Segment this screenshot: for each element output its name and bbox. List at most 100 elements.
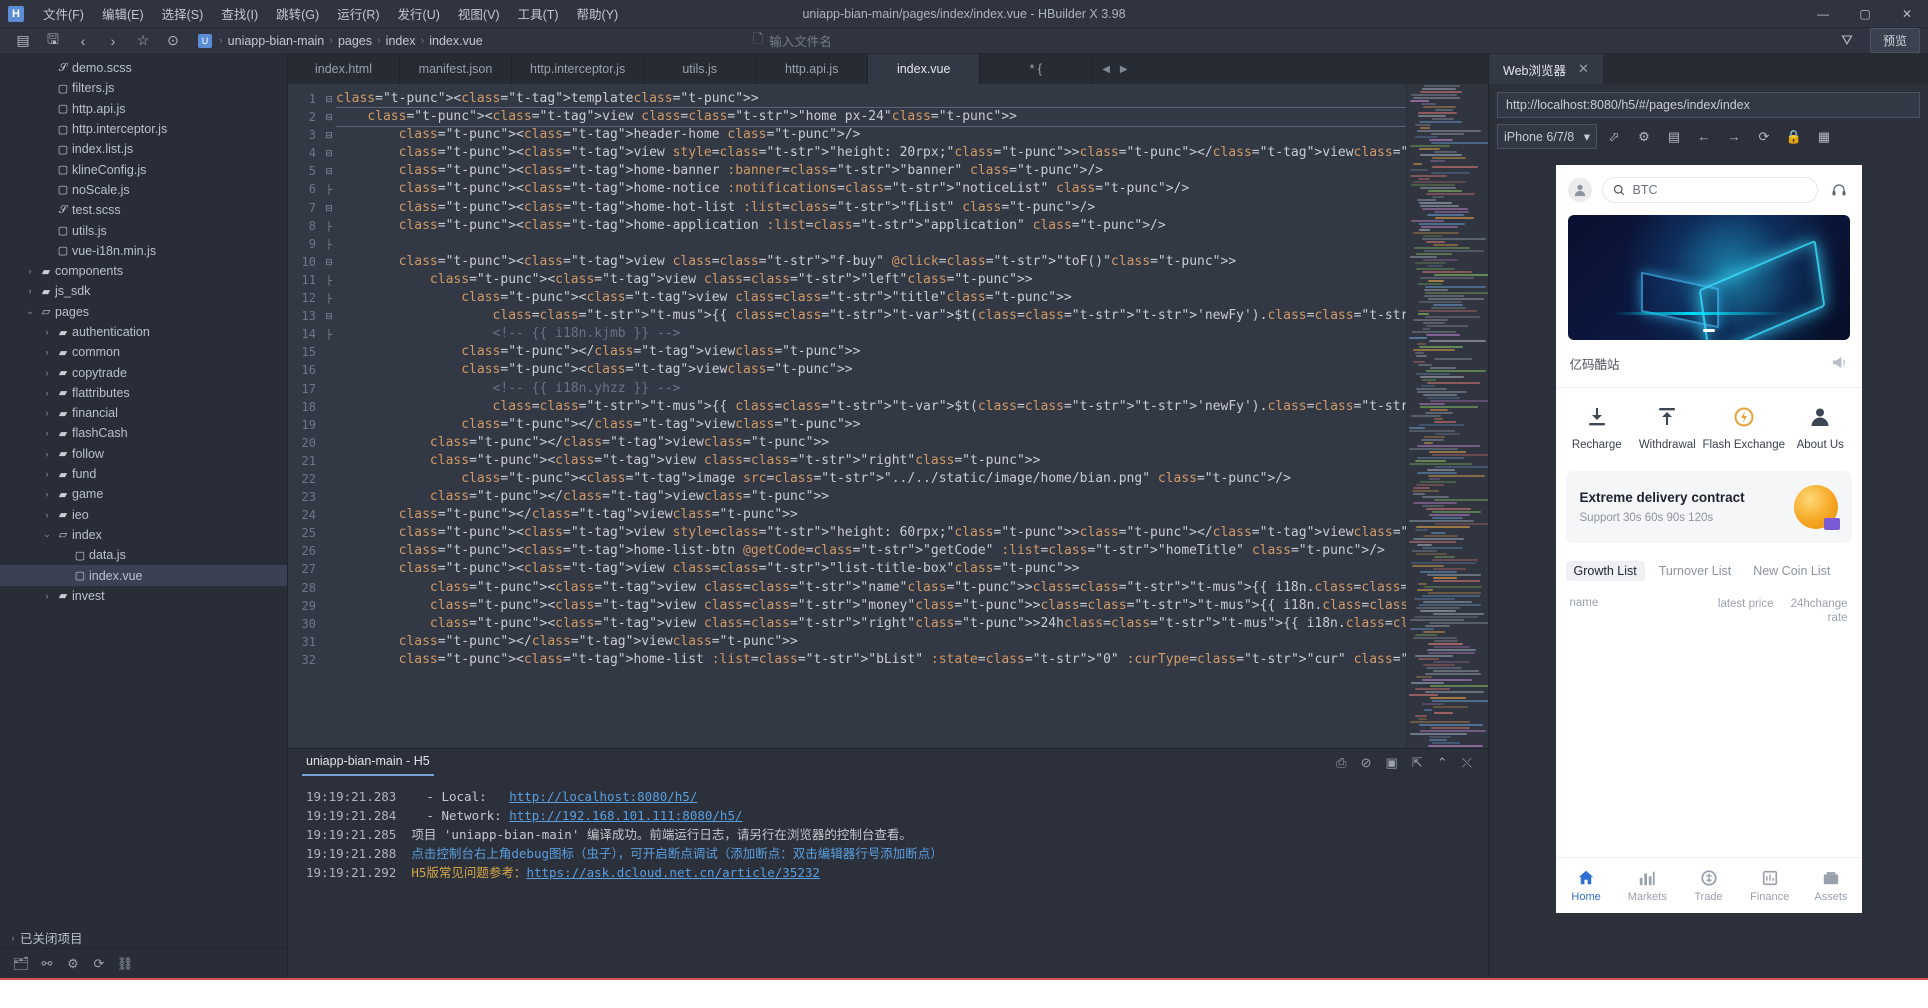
line-number[interactable]: 9 <box>288 235 316 253</box>
chevron-right-icon[interactable]: › <box>40 428 54 438</box>
breadcrumb-item-project[interactable]: uniapp-bian-main <box>228 34 325 48</box>
code-line[interactable]: class="t-punc"><class="t-tag">view class… <box>336 271 1406 289</box>
collapse-icon[interactable]: ⌃ <box>1437 755 1448 771</box>
minimize-button[interactable]: — <box>1802 0 1844 28</box>
tab-turnover-list[interactable]: Turnover List <box>1651 561 1739 581</box>
line-number[interactable]: 16 <box>288 361 316 379</box>
tree-item-common[interactable]: › ▰ common <box>0 342 287 362</box>
chevron-right-icon[interactable]: › <box>40 489 54 499</box>
tab-index-vue[interactable]: index.vue <box>868 54 981 84</box>
code-line[interactable]: class="t-punc"></class="t-tag">viewclass… <box>336 416 1406 434</box>
chevron-right-icon[interactable]: › <box>40 510 54 520</box>
tree-item-utils-js[interactable]: ▢ utils.js <box>0 220 287 240</box>
tree-item-game[interactable]: › ▰ game <box>0 484 287 504</box>
bottom-tab-assets[interactable]: Assets <box>1800 869 1861 903</box>
preview-button[interactable]: 预览 <box>1869 28 1920 53</box>
chevron-right-icon[interactable]: › <box>40 347 54 357</box>
line-number[interactable]: 10 <box>288 253 316 271</box>
code-line[interactable]: class="t-punc"><class="t-tag">view class… <box>336 579 1406 597</box>
line-number[interactable]: 26 <box>288 542 316 560</box>
headset-icon[interactable] <box>1828 182 1850 198</box>
code-line[interactable]: class="t-punc"><class="t-tag">header-hom… <box>336 126 1406 144</box>
code-line[interactable]: class="t-punc"></class="t-tag">viewclass… <box>336 633 1406 651</box>
line-number[interactable]: 2 <box>288 108 316 126</box>
tab-http-interceptor-js[interactable]: http.interceptor.js <box>512 54 645 84</box>
breadcrumb-item-pages[interactable]: pages <box>338 34 372 48</box>
tree-item-fund[interactable]: › ▰ fund <box>0 464 287 484</box>
line-number[interactable]: 15 <box>288 343 316 361</box>
tree-item-test-scss[interactable]: 𝒮test.scss <box>0 200 287 220</box>
tab-utils-js[interactable]: utils.js <box>644 54 757 84</box>
quick-action-withdrawal[interactable]: Withdrawal <box>1632 404 1703 451</box>
new-file-icon[interactable]: ▤ <box>8 29 38 53</box>
code-line[interactable]: class="t-punc"></class="t-tag">viewclass… <box>336 343 1406 361</box>
tree-item-data-js[interactable]: ▢ data.js <box>0 545 287 565</box>
chevron-right-icon[interactable]: › <box>40 368 54 378</box>
quick-action-about-us[interactable]: About Us <box>1785 404 1856 451</box>
tree-item-pages[interactable]: ⌄ ▱ pages <box>0 302 287 322</box>
close-icon[interactable]: ✕ <box>1578 61 1589 77</box>
line-number[interactable]: 24 <box>288 506 316 524</box>
gear-icon[interactable]: ⚙ <box>1631 125 1657 149</box>
reload-icon[interactable]: ⟳ <box>1751 125 1777 149</box>
chevron-right-icon[interactable]: › <box>40 408 54 418</box>
line-number[interactable]: 8 <box>288 217 316 235</box>
line-number[interactable]: 18 <box>288 398 316 416</box>
tree-item-filters-js[interactable]: ▢ filters.js <box>0 78 287 98</box>
tree-item-follow[interactable]: › ▰ follow <box>0 444 287 464</box>
notice-bar[interactable]: 亿码酷站 <box>1555 340 1862 388</box>
menu-item-tools[interactable]: 工具(T) <box>509 0 568 27</box>
forward-icon[interactable]: → <box>1721 125 1747 149</box>
settings-icon[interactable]: ⚙ <box>62 954 84 974</box>
tab-growth-list[interactable]: Growth List <box>1565 561 1645 581</box>
chevron-right-icon[interactable]: › <box>23 286 37 296</box>
stop-icon[interactable]: ⊘ <box>1361 755 1372 771</box>
refresh-icon[interactable]: ⟳ <box>88 954 110 974</box>
device-select[interactable]: iPhone 6/7/8 ▾ <box>1497 124 1597 149</box>
tree-item-copytrade[interactable]: › ▰ copytrade <box>0 362 287 382</box>
code-line[interactable]: class="t-punc"><class="t-tag">view class… <box>336 615 1406 633</box>
line-number[interactable]: 31 <box>288 633 316 651</box>
closed-projects-row[interactable]: › 已关闭项目 <box>0 928 287 948</box>
tree-item-invest[interactable]: › ▰ invest <box>0 586 287 606</box>
banner-carousel[interactable] <box>1567 215 1850 340</box>
fold-toggle-icon[interactable]: ⊟ <box>322 307 336 325</box>
line-number[interactable]: 17 <box>288 380 316 398</box>
code-line[interactable]: class="t-punc"><class="t-tag">view style… <box>336 524 1406 542</box>
line-number[interactable]: 30 <box>288 615 316 633</box>
tree-item-vue-i18n-min-js[interactable]: ▢ vue-i18n.min.js <box>0 241 287 261</box>
chevron-right-icon[interactable]: › <box>40 591 54 601</box>
tab-web-browser[interactable]: Web浏览器 ✕ <box>1489 54 1603 84</box>
fold-toggle-icon[interactable]: ⊟ <box>322 108 336 126</box>
menu-item-help[interactable]: 帮助(Y) <box>568 0 628 27</box>
menu-item-goto[interactable]: 跳转(G) <box>267 0 328 27</box>
export-icon[interactable]: ⇱ <box>1412 755 1423 771</box>
menu-item-file[interactable]: 文件(F) <box>34 0 93 27</box>
search-input[interactable]: BTC <box>1601 177 1818 203</box>
bottom-tab-trade[interactable]: Trade <box>1678 869 1739 903</box>
promo-card[interactable]: Extreme delivery contract Support 30s 60… <box>1565 471 1852 543</box>
back-icon[interactable]: ‹ <box>68 29 98 53</box>
code-line[interactable]: <!-- {{ i18n.kjmb }} --> <box>336 325 1406 343</box>
chevron-right-icon[interactable]: › <box>23 266 37 276</box>
code-line[interactable]: class="t-punc"><class="t-tag">view class… <box>336 452 1406 470</box>
chevron-down-icon[interactable]: ⌄ <box>40 529 54 540</box>
tree-item-index-vue[interactable]: ▢ index.vue <box>0 565 287 586</box>
code-minimap[interactable] <box>1406 84 1488 748</box>
console-link[interactable]: https://ask.dcloud.net.cn/article/35232 <box>526 863 820 882</box>
console-link[interactable]: http://192.168.101.111:8080/h5/ <box>509 806 742 825</box>
code-line[interactable]: class="t-punc"><class="t-tag">home-hot-l… <box>336 199 1406 217</box>
line-number[interactable]: 13 <box>288 307 316 325</box>
line-number[interactable]: 21 <box>288 452 316 470</box>
code-line[interactable]: class="t-punc"><class="t-tag">home-banne… <box>336 162 1406 180</box>
code-line[interactable]: class="t-punc"><class="t-tag">home-list … <box>336 651 1406 669</box>
line-number[interactable]: 25 <box>288 524 316 542</box>
code-line[interactable]: class=class="t-str">"t-mus">{{ class=cla… <box>336 398 1406 416</box>
url-input[interactable] <box>1497 92 1920 118</box>
popout-icon[interactable]: ⬀ <box>1601 125 1627 149</box>
menu-item-edit[interactable]: 编辑(E) <box>93 0 153 27</box>
tree-item-flashcash[interactable]: › ▰ flashCash <box>0 423 287 443</box>
tab-prev-button[interactable]: ◀ <box>1102 64 1110 75</box>
files-icon[interactable]: 🗂 <box>10 954 32 974</box>
menu-item-publish[interactable]: 发行(U) <box>389 0 449 27</box>
